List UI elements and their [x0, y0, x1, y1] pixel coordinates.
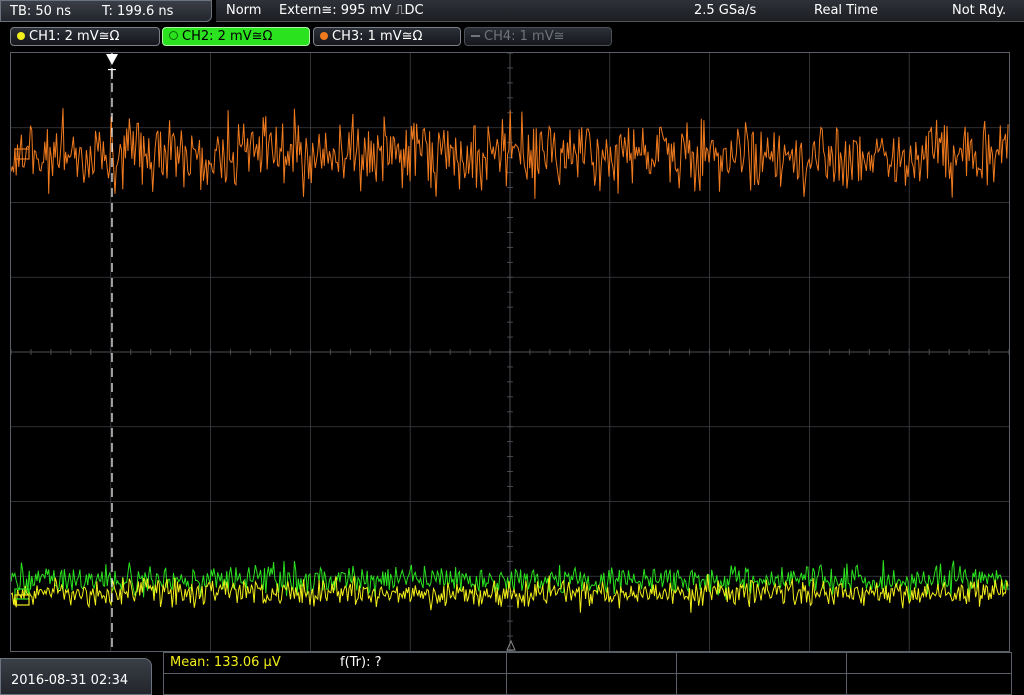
rise-frequency-measurement[interactable]: f(Tr): ?	[340, 655, 382, 670]
ch3-indicator-icon	[320, 32, 328, 40]
trigger-source-label: Extern≅: 995 mV ⎍DC	[279, 3, 424, 18]
trigger-marker-text: T	[107, 68, 116, 83]
trigger-position-label: T: 199.6 ns	[102, 4, 174, 19]
ch4-label: CH4: 1 mV≅	[484, 29, 565, 44]
channel-tab-ch2[interactable]: CH2: 2 mV≅Ω	[162, 27, 310, 46]
ch1-label: CH1: 2 mV≅Ω	[29, 29, 120, 44]
ch2-label: CH2: 2 mV≅Ω	[182, 29, 273, 44]
datetime-box: 2016-08-31 02:34	[0, 658, 152, 695]
trigger-state-label: Not Rdy.	[952, 3, 1007, 18]
trigger-level-icon	[506, 639, 516, 651]
ch3-label: CH3: 1 mV≅Ω	[332, 29, 423, 44]
trigger-position-icon	[106, 54, 118, 65]
waveform-display[interactable]: T	[10, 52, 1010, 652]
measurement-col-divider	[506, 653, 507, 694]
timebase-label: TB: 50 ns	[10, 4, 72, 19]
waveform-svg: T	[11, 53, 1009, 651]
acquisition-mode-label: Real Time	[814, 3, 878, 18]
trigger-mode-label: Norm	[226, 3, 262, 18]
measurement-panel[interactable]: Mean: 133.06 µV f(Tr): ?	[163, 652, 1012, 695]
ch2-indicator-icon	[169, 31, 178, 40]
timebase-box[interactable]: TB: 50 ns T: 199.6 ns	[0, 0, 212, 22]
channel-tab-ch1[interactable]: CH1: 2 mV≅Ω	[10, 27, 160, 46]
sample-rate-label: 2.5 GSa/s	[694, 3, 757, 18]
acquisition-status-strip[interactable]: Norm Extern≅: 995 mV ⎍DC 2.5 GSa/s Real …	[216, 0, 1024, 22]
ch1-indicator-icon	[17, 32, 25, 40]
datetime-label: 2016-08-31 02:34	[11, 673, 129, 688]
ch4-indicator-icon	[471, 35, 480, 37]
measurement-col-divider	[676, 653, 677, 694]
measurement-col-divider	[846, 653, 847, 694]
measurement-row-divider	[164, 653, 1011, 674]
channel-tab-ch3[interactable]: CH3: 1 mV≅Ω	[313, 27, 461, 46]
mean-measurement[interactable]: Mean: 133.06 µV	[170, 655, 281, 670]
top-status-bar: TB: 50 ns T: 199.6 ns Norm Extern≅: 995 …	[0, 0, 1024, 24]
channel-tab-ch4[interactable]: CH4: 1 mV≅	[464, 27, 612, 46]
